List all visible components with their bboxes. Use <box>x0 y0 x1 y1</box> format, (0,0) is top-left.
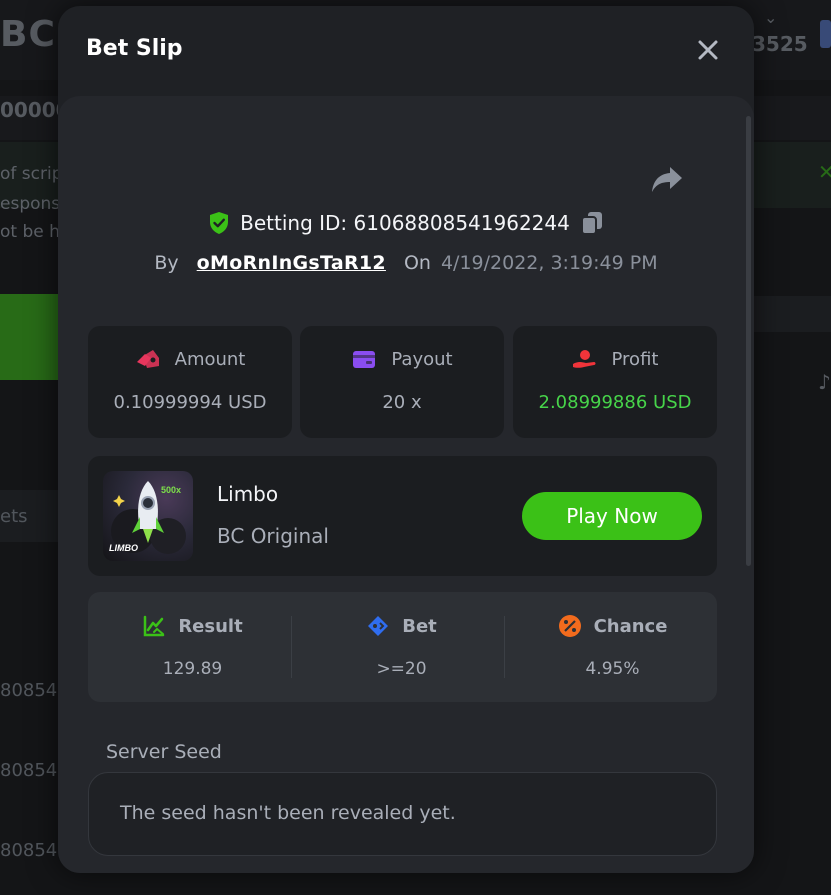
close-button[interactable] <box>694 36 722 64</box>
chance-value: 4.95% <box>585 659 640 679</box>
result-col: Result 129.89 <box>88 592 297 702</box>
divider <box>291 616 292 678</box>
bg-side-accent <box>820 20 831 48</box>
server-seed-text: The seed hasn't been revealed yet. <box>120 802 456 824</box>
thumb-badge: 500x <box>161 485 181 495</box>
share-button[interactable] <box>650 164 684 194</box>
game-card: 500x LIMBO Limbo BC Original Play Now <box>88 456 717 576</box>
res-head: Chance <box>508 614 717 638</box>
stat-label: Profit <box>611 348 659 370</box>
bg-notice-line: espons <box>0 194 61 214</box>
chevron-down-icon: ⌄ <box>764 8 778 27</box>
stat-value-profit: 2.08999886 USD <box>538 392 692 413</box>
username-link[interactable]: oMoRnInGsTaR12 <box>197 252 386 274</box>
bet-slip-modal: Bet Slip Betting ID: 61068808541962244 B… <box>58 6 754 873</box>
bg-row: 80854 <box>0 840 58 861</box>
scrollbar-thumb[interactable] <box>746 116 751 566</box>
share-icon <box>652 167 682 192</box>
modal-header: Bet Slip <box>58 6 754 96</box>
res-head: Result <box>88 614 297 638</box>
chance-col: Chance 4.95% <box>508 592 717 702</box>
close-icon <box>698 40 718 60</box>
bg-notice-line: ot be h <box>0 222 60 242</box>
stat-label: Amount <box>174 348 246 370</box>
profit-icon <box>572 350 596 368</box>
res-label: Bet <box>402 615 437 637</box>
music-icon: ♪ <box>818 370 831 394</box>
bet-col: Bet >=20 <box>297 592 506 702</box>
close-icon: ✕ <box>818 160 831 184</box>
on-label: On <box>403 252 431 274</box>
stat-label: Payout <box>391 348 453 370</box>
stat-head: Payout <box>300 348 504 370</box>
stat-card-amount: Amount 0.10999994 USD <box>88 326 292 438</box>
stat-head: Amount <box>88 348 292 370</box>
result-value: 129.89 <box>162 659 223 679</box>
bg-balance: 3525 <box>752 32 808 56</box>
stat-head: Profit <box>513 348 717 370</box>
stat-card-profit: Profit 2.08999886 USD <box>513 326 717 438</box>
play-now-button[interactable]: Play Now <box>522 492 702 540</box>
author-row: By oMoRnInGsTaR12 On 4/19/2022, 3:19:49 … <box>58 248 754 278</box>
shield-icon <box>210 212 229 234</box>
copy-icon[interactable] <box>580 210 604 236</box>
thumb-caption: LIMBO <box>109 543 138 553</box>
stat-value-payout: 20 x <box>382 392 422 413</box>
server-seed-field[interactable]: The seed hasn't been revealed yet. <box>88 772 717 856</box>
bg-row: 80854 <box>0 680 58 701</box>
server-seed-label: Server Seed <box>106 741 222 763</box>
payout-icon <box>353 351 376 368</box>
bet-icon <box>368 616 389 636</box>
by-label: By <box>154 252 179 274</box>
stat-value-amount: 0.10999994 USD <box>113 392 267 413</box>
bg-tab-label: ets <box>0 506 28 527</box>
stats-row: Amount 0.10999994 USD Payout 20 x Profit… <box>88 326 717 438</box>
bg-green-button <box>0 294 60 380</box>
divider <box>504 616 505 678</box>
res-head: Bet <box>297 614 506 638</box>
res-label: Result <box>178 615 243 637</box>
stat-card-payout: Payout 20 x <box>300 326 504 438</box>
bet-datetime: 4/19/2022, 3:19:49 PM <box>440 252 658 274</box>
bg-notice-line: of scrip <box>0 164 63 184</box>
amount-icon <box>136 350 159 368</box>
chance-icon <box>558 615 581 637</box>
game-name: Limbo <box>217 482 279 506</box>
result-icon <box>144 615 165 637</box>
res-label: Chance <box>593 615 668 637</box>
bg-row: 80854 <box>0 760 58 781</box>
bg-strip <box>750 296 831 332</box>
betting-id: Betting ID: 61068808541962244 <box>240 211 570 235</box>
result-box: Result 129.89 Bet >=20 Chance 4.95% <box>88 592 717 702</box>
modal-body: Betting ID: 61068808541962244 By oMoRnIn… <box>58 96 754 873</box>
modal-title: Bet Slip <box>86 36 183 61</box>
bet-value: >=20 <box>376 659 427 679</box>
game-thumbnail[interactable]: 500x LIMBO <box>103 471 193 561</box>
betting-id-row: Betting ID: 61068808541962244 <box>58 208 754 238</box>
game-subtitle: BC Original <box>217 524 329 548</box>
rocket-icon: 500x LIMBO <box>109 481 186 554</box>
